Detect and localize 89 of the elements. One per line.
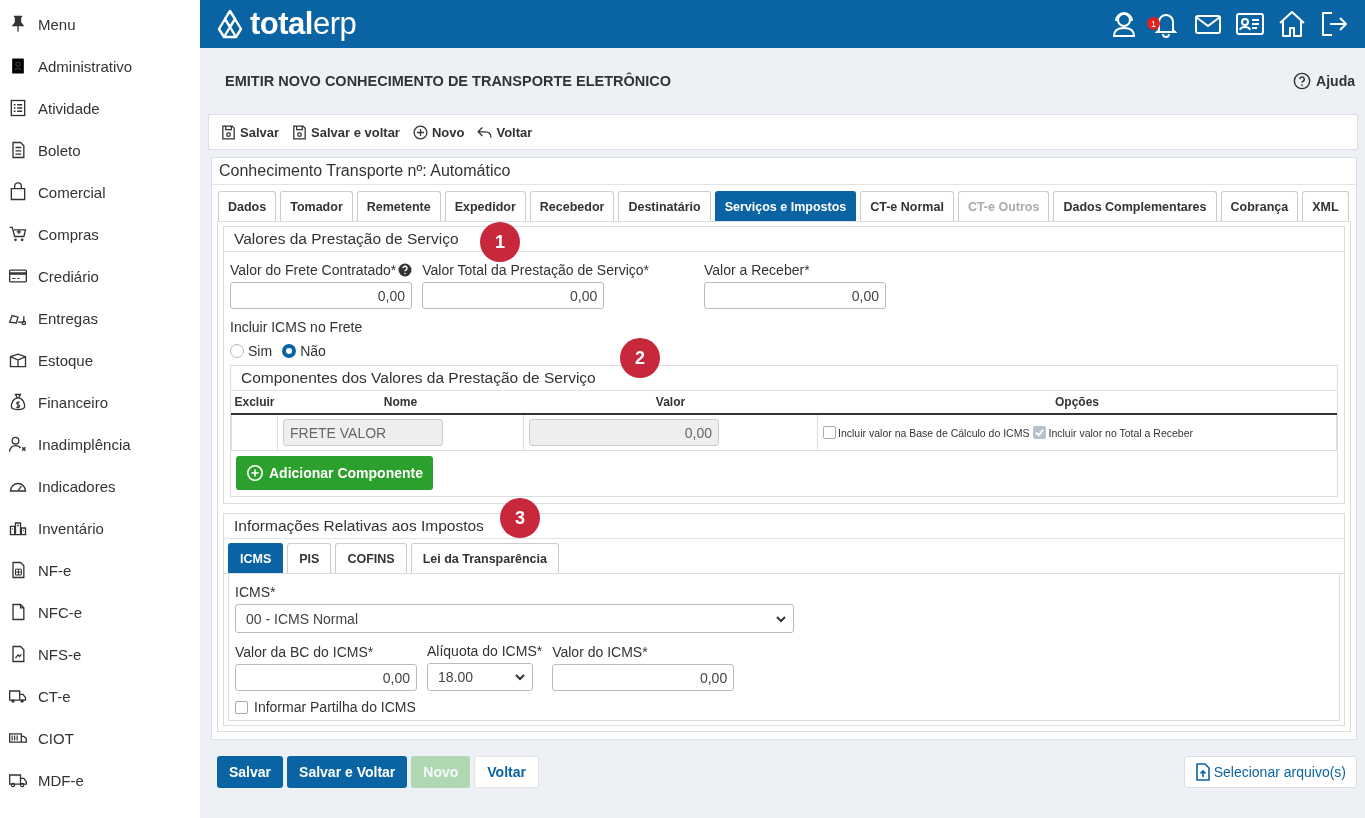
select-files-button[interactable]: Selecionar arquivo(s) xyxy=(1183,756,1357,788)
toolbar-button[interactable]: Voltar xyxy=(476,123,533,141)
tab[interactable]: Dados Complementares xyxy=(1053,191,1217,221)
save-icon xyxy=(220,123,237,141)
sidebar-item[interactable]: MDF-e xyxy=(0,759,200,801)
check-icon xyxy=(1034,427,1046,438)
toolbar-button[interactable]: Salvar e voltar xyxy=(291,123,400,141)
icms-select[interactable]: 00 - ICMS Normal xyxy=(235,604,794,633)
sidebar-item[interactable]: Comercial xyxy=(0,171,200,213)
tab[interactable]: Cobrança xyxy=(1220,191,1299,221)
help-link[interactable]: Ajuda xyxy=(1293,72,1355,90)
sidebar-item[interactable]: Menu xyxy=(0,3,200,45)
tab[interactable]: ICMS xyxy=(228,543,284,573)
tab[interactable]: Recebedor xyxy=(529,191,615,221)
field-label: Valor do Frete Contratado* xyxy=(230,262,413,278)
field-label: Alíquota do ICMS* xyxy=(427,643,543,659)
file-upload-icon xyxy=(1194,763,1211,781)
help-icon xyxy=(398,263,413,277)
logo-text: totalerp xyxy=(250,6,357,42)
save-icon xyxy=(291,123,309,141)
field-label: Valor do ICMS* xyxy=(552,644,649,660)
input-field[interactable]: 0,00 xyxy=(552,664,735,691)
toolbar-button[interactable]: Novo xyxy=(411,123,465,141)
sidebar-item[interactable]: Administrativo xyxy=(0,45,200,87)
logo-icon xyxy=(216,9,244,39)
rate-select[interactable]: 18.00 xyxy=(427,663,533,691)
sidebar-item[interactable]: Crediário xyxy=(0,255,200,297)
form-title: Conhecimento Transporte nº: Automático xyxy=(212,158,1356,185)
save-button[interactable]: Salvar xyxy=(217,756,284,788)
tab[interactable]: Expedidor xyxy=(444,191,526,221)
save-and-back-button[interactable]: Salvar e Voltar xyxy=(287,756,408,788)
sidebar-item[interactable]: Boleto xyxy=(0,129,200,171)
field-label: Valor da BC do ICMS* xyxy=(235,644,375,660)
cart-icon xyxy=(8,224,28,244)
field-label: Incluir ICMS no Frete xyxy=(230,319,364,335)
field-label: Valor Total da Prestação de Serviço* xyxy=(422,262,649,278)
notification-badge: 1 xyxy=(1147,17,1160,30)
tab[interactable]: Tomador xyxy=(280,191,353,221)
help-icon xyxy=(1293,72,1312,90)
tab[interactable]: XML xyxy=(1302,191,1349,221)
page-title: EMITIR NOVO CONHECIMENTO DE TRANSPORTE ELETRÔNICO xyxy=(225,73,672,89)
chevron-down-icon xyxy=(514,671,526,683)
sidebar-item[interactable]: NFS-e xyxy=(0,633,200,675)
tab[interactable]: PIS xyxy=(287,543,332,573)
field-label: Valor a Receber* xyxy=(704,262,811,278)
input-field[interactable]: 0,00 xyxy=(422,282,605,309)
bag-icon xyxy=(8,182,28,202)
input-field[interactable]: FRETE VALOR xyxy=(283,419,444,446)
radio-button[interactable]: Não xyxy=(282,343,326,359)
sidebar-item[interactable]: Compras xyxy=(0,213,200,255)
input-field[interactable]: 0,00 xyxy=(704,282,886,309)
logout-icon[interactable] xyxy=(1319,9,1349,39)
tab[interactable]: CT-e Normal xyxy=(860,191,954,221)
sidebar-item[interactable]: CIOT xyxy=(0,717,200,759)
plus-circle-icon xyxy=(411,123,429,141)
tab[interactable]: Serviços e Impostos xyxy=(714,191,857,221)
list-icon xyxy=(8,98,28,118)
column-header: Valor xyxy=(523,391,818,414)
home-icon[interactable] xyxy=(1277,9,1307,39)
radio-button[interactable]: Sim xyxy=(230,343,273,359)
field-label: ICMS* xyxy=(235,584,277,600)
tab[interactable]: Lei da Transparência xyxy=(410,543,559,573)
toolbar-button[interactable]: Salvar xyxy=(220,123,280,141)
column-header: Opções xyxy=(817,391,1337,414)
money-bag-icon xyxy=(8,392,28,412)
user-x-icon xyxy=(8,434,28,454)
input-field[interactable]: 0,00 xyxy=(235,664,417,691)
tab[interactable]: COFINS xyxy=(335,543,407,573)
sidebar-item[interactable]: Atividade xyxy=(0,87,200,129)
tab[interactable]: Dados xyxy=(218,191,277,221)
input-field[interactable]: 0,00 xyxy=(529,419,720,446)
tab[interactable]: Remetente xyxy=(356,191,441,221)
sidebar-item[interactable]: NF-e xyxy=(0,549,200,591)
sidebar-item[interactable]: CT-e xyxy=(0,675,200,717)
checkbox[interactable]: Incluir valor na Base de Cálculo do ICMS xyxy=(823,426,1030,439)
input-field[interactable]: 0,00 xyxy=(230,282,412,309)
back-button[interactable]: Voltar xyxy=(474,756,539,788)
plus-circle-icon xyxy=(246,464,264,482)
tab[interactable]: Destinatário xyxy=(618,191,711,221)
sidebar-item[interactable]: Entregas xyxy=(0,297,200,339)
sidebar-item[interactable]: Financeiro xyxy=(0,381,200,423)
sidebar-item[interactable]: Estoque xyxy=(0,339,200,381)
sidebar-item[interactable]: Inadimplência xyxy=(0,423,200,465)
column-header: Excluir xyxy=(231,391,278,414)
checkbox[interactable]: Informar Partilha do ICMS xyxy=(235,699,416,715)
sidebar-item[interactable]: Indicadores xyxy=(0,465,200,507)
sidebar-item[interactable]: NFC-e xyxy=(0,591,200,633)
column-header: Nome xyxy=(277,391,524,414)
sidebar-item[interactable]: Inventário xyxy=(0,507,200,549)
